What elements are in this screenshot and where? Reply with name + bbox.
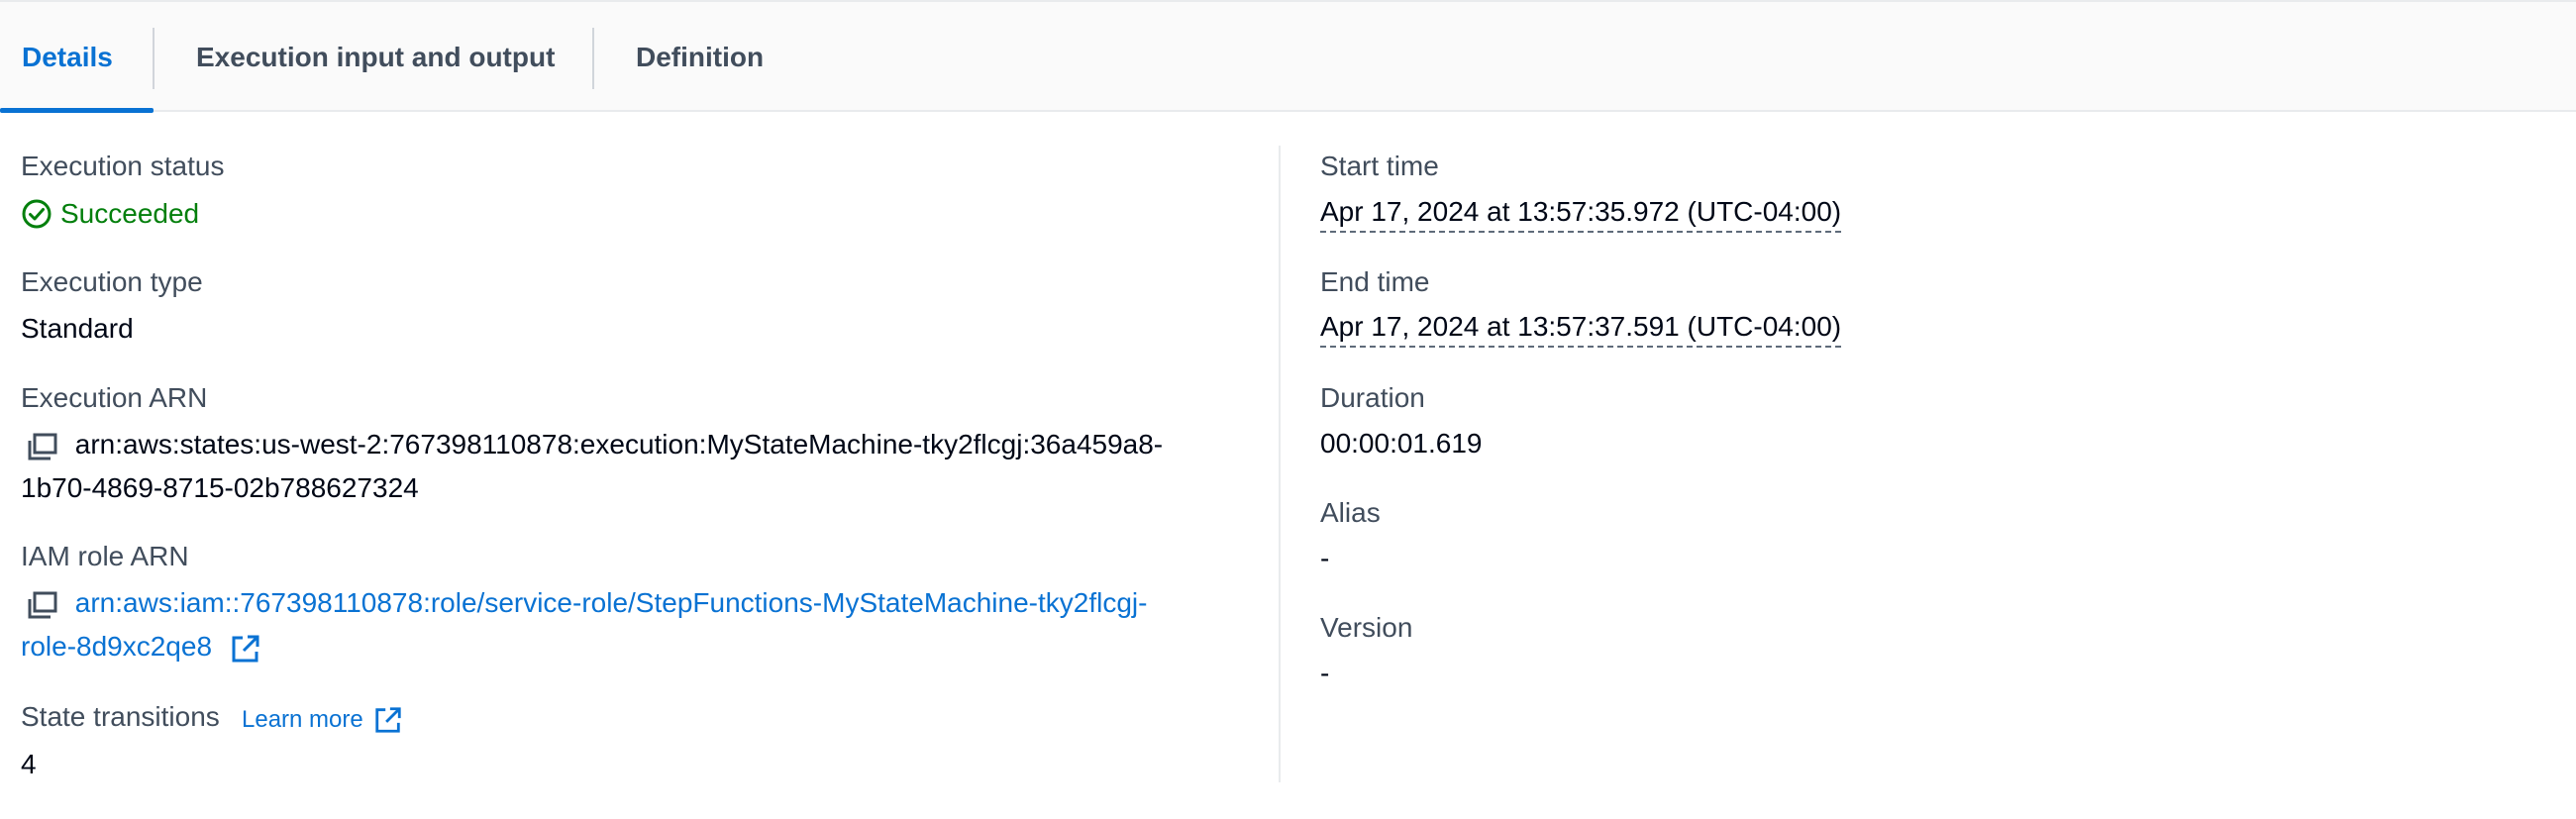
iam-role-arn-line1: arn:aws:iam::767398110878:role/service-r… [26,581,1147,625]
copy-icon[interactable] [26,590,59,620]
iam-role-arn-link-2[interactable]: role-8d9xc2qe8 [21,631,212,662]
details-panel: Execution status Succeeded Execution typ… [0,112,2576,819]
execution-type-value: Standard [21,313,134,344]
state-transitions-label: State transitions [21,701,220,732]
external-link-icon[interactable] [230,633,261,665]
end-time-value[interactable]: Apr 17, 2024 at 13:57:37.591 (UTC-04:00) [1320,310,1842,348]
tab-separator [153,28,155,89]
state-transitions-value: 4 [21,749,37,779]
tab-bar: Details Execution input and output Defin… [0,0,2576,113]
iam-role-arn-link-1[interactable]: arn:aws:iam::767398110878:role/service-r… [75,587,1148,618]
execution-arn-line2: 1b70-4869-8715-02b788627324 [21,472,419,503]
learn-more-link[interactable]: Learn more [242,703,403,737]
execution-status-text: Succeeded [60,198,200,229]
end-time-label: End time [1320,266,1430,297]
copy-icon[interactable] [26,432,59,461]
external-link-icon [375,707,401,733]
learn-more-text: Learn more [242,706,363,733]
alias-label: Alias [1320,497,1381,528]
tab-details[interactable]: Details [22,2,113,112]
tab-details-label: Details [22,41,113,72]
iam-role-arn-line2: role-8d9xc2qe8 [21,625,261,668]
execution-arn-text-1: arn:aws:states:us-west-2:767398110878:ex… [74,429,1164,460]
start-time-value[interactable]: Apr 17, 2024 at 13:57:35.972 (UTC-04:00) [1320,195,1842,233]
duration-value: 00:00:01.619 [1320,428,1483,459]
tab-separator [592,28,594,89]
start-time-label: Start time [1320,151,1439,181]
check-circle-icon [22,199,52,229]
execution-status-label: Execution status [21,151,225,181]
execution-type-label: Execution type [21,266,203,297]
execution-status-value: Succeeded [21,197,199,231]
iam-role-arn-label: IAM role ARN [21,541,189,571]
execution-arn-line1: arn:aws:states:us-west-2:767398110878:ex… [26,423,1163,466]
tab-execution-input-output[interactable]: Execution input and output [196,2,555,112]
column-divider [1279,146,1281,782]
duration-label: Duration [1320,382,1425,413]
execution-arn-label: Execution ARN [21,382,208,413]
tab-execution-input-output-label: Execution input and output [196,41,556,72]
tab-definition[interactable]: Definition [636,2,764,112]
tab-definition-label: Definition [636,41,765,72]
alias-value: - [1320,543,1330,573]
version-value: - [1320,658,1330,688]
version-label: Version [1320,612,1413,643]
